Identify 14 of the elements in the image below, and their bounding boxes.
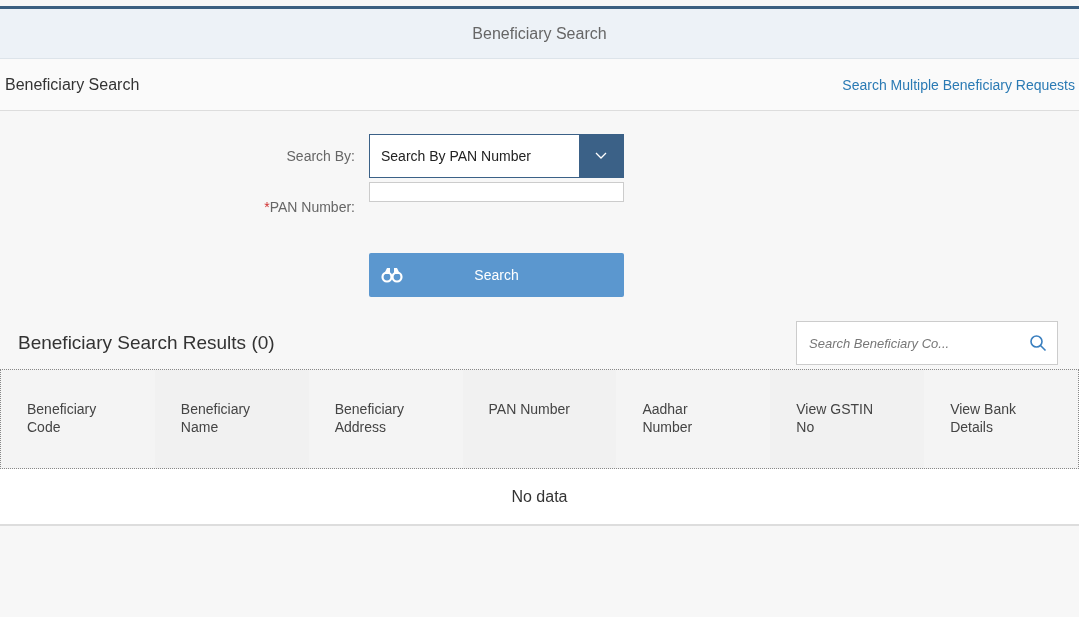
- search-by-label: Search By:: [286, 148, 355, 164]
- section-title: Beneficiary Search: [5, 75, 140, 94]
- results-search-field[interactable]: Search Beneficiary Co...: [796, 321, 1058, 365]
- chevron-down-icon: [595, 152, 607, 160]
- search-icon: [1029, 334, 1047, 352]
- pan-number-label: *PAN Number:: [264, 199, 355, 215]
- multiple-requests-link[interactable]: Search Multiple Beneficiary Requests: [842, 76, 1075, 93]
- header-title: Beneficiary Search: [472, 24, 607, 43]
- results-title: Beneficiary Search Results (0): [18, 332, 275, 354]
- search-button[interactable]: Search: [369, 253, 624, 297]
- no-data-text: No data: [511, 487, 568, 506]
- search-by-dropdown[interactable]: Search By PAN Number: [369, 134, 624, 178]
- binoculars-icon: [381, 267, 403, 283]
- pan-number-field[interactable]: [369, 182, 624, 202]
